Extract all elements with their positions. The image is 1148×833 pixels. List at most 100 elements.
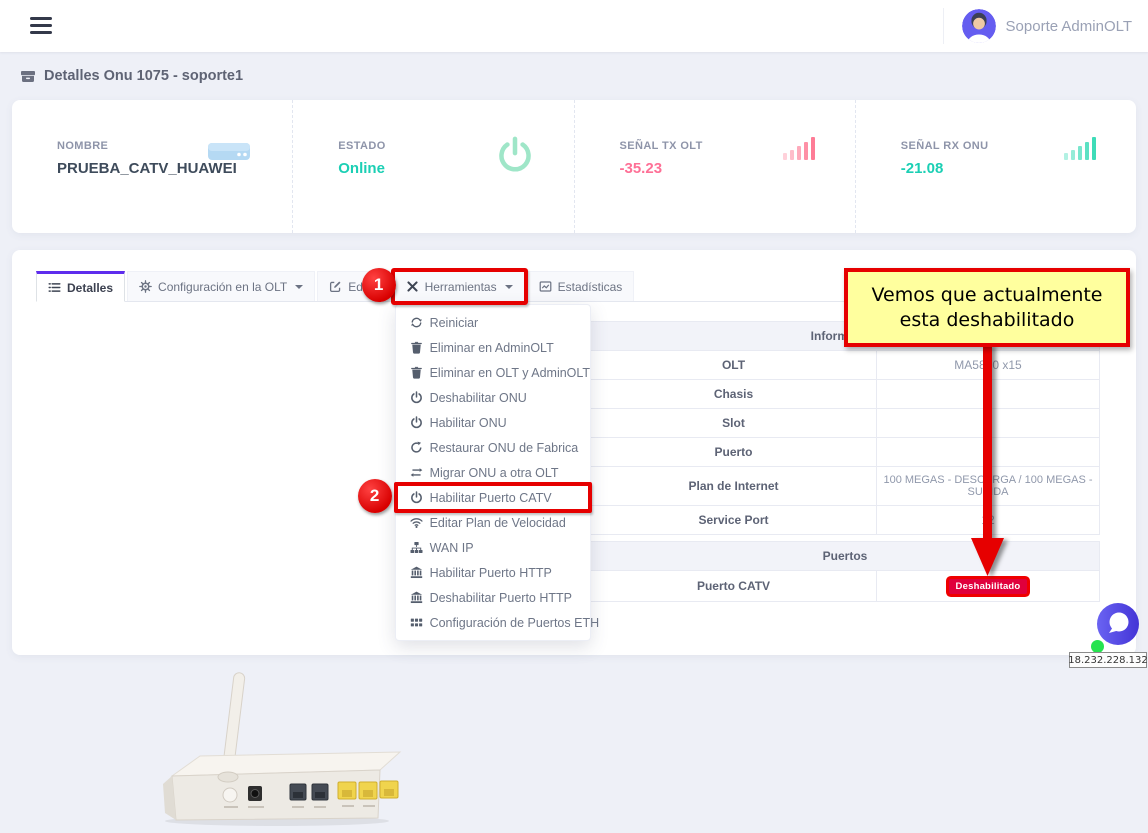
menu-item-label: WAN IP <box>430 541 474 555</box>
router-icon <box>206 136 252 167</box>
menu-item-wan-ip[interactable]: WAN IP <box>396 535 590 560</box>
menu-item-eliminar-adminolt[interactable]: Eliminar en AdminOLT <box>396 335 590 360</box>
stat-value: -35.23 <box>620 160 855 177</box>
stat-label: NOMBRE <box>57 140 292 152</box>
page-title: Detalles Onu 1075 - soporte1 <box>44 68 243 84</box>
menu-item-deshabilitar-puerto-http[interactable]: Deshabilitar Puerto HTTP <box>396 585 590 610</box>
chevron-down-icon <box>295 285 303 289</box>
menu-item-habilitar-puerto-http[interactable]: Habilitar Puerto HTTP <box>396 560 590 585</box>
power-icon <box>496 136 534 179</box>
redo-icon <box>410 441 423 454</box>
navbar-divider <box>943 8 944 44</box>
ip-address-tooltip: 18.232.228.132 <box>1069 652 1147 668</box>
th-grid-icon <box>410 616 423 629</box>
onu-archive-icon <box>20 68 36 84</box>
wifi-icon <box>410 516 423 529</box>
tab-estadisticas[interactable]: Estadísticas <box>527 271 635 301</box>
chat-bubble-icon <box>1095 601 1141 647</box>
stat-label: ESTADO <box>338 140 573 152</box>
trash-icon <box>410 341 423 354</box>
annotation-callout: Vemos que actualmente esta deshabilitado <box>844 268 1130 347</box>
user-avatar[interactable] <box>962 9 996 43</box>
menu-item-label: Deshabilitar ONU <box>430 391 527 405</box>
herramientas-dropdown: Reiniciar Eliminar en AdminOLT Eliminar … <box>395 304 591 641</box>
breadcrumb: Detalles Onu 1075 - soporte1 <box>20 68 243 84</box>
power-icon <box>410 391 423 404</box>
menu-item-deshabilitar-onu[interactable]: Deshabilitar ONU <box>396 385 590 410</box>
menu-item-label: Habilitar Puerto CATV <box>430 491 552 505</box>
tools-icon <box>406 280 419 293</box>
menu-item-label: Editar Plan de Velocidad <box>430 516 566 530</box>
menu-item-migrar-onu[interactable]: Migrar ONU a otra OLT <box>396 460 590 485</box>
menu-item-label: Eliminar en AdminOLT <box>430 341 554 355</box>
tab-label: Herramientas <box>425 280 497 294</box>
menu-item-label: Habilitar Puerto HTTP <box>430 566 552 580</box>
ports-table-header: Puertos <box>591 542 1100 571</box>
sync-icon <box>410 316 423 329</box>
chevron-down-icon <box>505 285 513 289</box>
gear-icon <box>139 280 152 293</box>
signal-bars-icon <box>1064 136 1096 160</box>
sitemap-icon <box>410 541 423 554</box>
status-badge-deshabilitado: Deshabilitado <box>949 579 1028 594</box>
menu-item-habilitar-puerto-catv[interactable]: Habilitar Puerto CATV 2 <box>396 485 590 510</box>
stat-value: Online <box>338 160 573 177</box>
menu-item-label: Restaurar ONU de Fabrica <box>430 441 579 455</box>
table-row: OLT MA5800 x15 <box>591 351 1100 380</box>
power-icon <box>410 416 423 429</box>
list-icon <box>48 281 61 294</box>
table-row: Puerto CATV Deshabilitado <box>591 571 1100 602</box>
chat-widget-button[interactable] <box>1095 601 1141 647</box>
menu-item-editar-plan-velocidad[interactable]: Editar Plan de Velocidad <box>396 510 590 535</box>
tab-editar[interactable]: Editar <box>317 271 391 301</box>
menu-item-label: Deshabilitar Puerto HTTP <box>430 591 572 605</box>
edit-icon <box>329 280 342 293</box>
tab-label: Configuración en la OLT <box>158 280 287 294</box>
table-header-row: Puertos <box>591 542 1100 571</box>
tab-label: Editar <box>348 280 379 294</box>
table-row: Chasis 0 <box>591 380 1100 409</box>
menu-item-reiniciar[interactable]: Reiniciar <box>396 310 590 335</box>
onu-ports-table: Puertos Puerto CATV Deshabilitado <box>590 541 1100 602</box>
menu-item-eliminar-olt-adminolt[interactable]: Eliminar en OLT y AdminOLT <box>396 360 590 385</box>
avatar-person-icon <box>962 9 996 43</box>
top-navbar: Soporte AdminOLT <box>0 0 1148 52</box>
stat-estado: ESTADO Online <box>292 100 573 233</box>
onu-summary-card: NOMBRE PRUEBA_CATV_HUAWEI ESTADO Online … <box>12 100 1136 233</box>
menu-item-label: Habilitar ONU <box>430 416 507 430</box>
signal-bars-icon <box>783 136 815 160</box>
power-icon <box>410 491 423 504</box>
onu-router-image <box>152 668 402 828</box>
user-name[interactable]: Soporte AdminOLT <box>1006 18 1132 35</box>
menu-item-label: Eliminar en OLT y AdminOLT <box>430 366 590 380</box>
stat-label: SEÑAL TX OLT <box>620 140 855 152</box>
tab-herramientas[interactable]: Herramientas 1 Reiniciar <box>394 271 525 301</box>
tab-configuracion-olt[interactable]: Configuración en la OLT <box>127 271 315 301</box>
menu-item-configuracion-puertos-eth[interactable]: Configuración de Puertos ETH <box>396 610 590 635</box>
stat-value: -21.08 <box>901 160 1136 177</box>
menu-item-habilitar-onu[interactable]: Habilitar ONU <box>396 410 590 435</box>
tab-label: Estadísticas <box>558 280 623 294</box>
stat-nombre: NOMBRE PRUEBA_CATV_HUAWEI <box>12 100 292 233</box>
hamburger-menu-icon[interactable] <box>30 17 52 35</box>
table-row: Slot 1 <box>591 409 1100 438</box>
stat-senal-rx-onu: SEÑAL RX ONU -21.08 <box>855 100 1136 233</box>
onu-info-table: Información OLT MA5800 x15 Chasis 0 Slot… <box>590 321 1100 535</box>
chart-icon <box>539 280 552 293</box>
tab-detalles[interactable]: Detalles <box>36 271 125 302</box>
annotation-step-circle-2: 2 <box>358 479 392 513</box>
table-row: Puerto 0 <box>591 438 1100 467</box>
exchange-icon <box>410 466 423 479</box>
menu-item-restaurar-fabrica[interactable]: Restaurar ONU de Fabrica <box>396 435 590 460</box>
table-row: Plan de Internet 100 MEGAS - DESCARGA / … <box>591 467 1100 506</box>
menu-item-label: Configuración de Puertos ETH <box>430 616 600 630</box>
ip-address-text: 18.232.228.132 <box>1068 655 1148 666</box>
trash-icon <box>410 366 423 379</box>
stat-label: SEÑAL RX ONU <box>901 140 1136 152</box>
bank-icon <box>410 591 423 604</box>
stat-value: PRUEBA_CATV_HUAWEI <box>57 160 292 177</box>
tab-label: Detalles <box>67 281 113 295</box>
menu-item-label: Reiniciar <box>430 316 479 330</box>
stat-senal-tx-olt: SEÑAL TX OLT -35.23 <box>574 100 855 233</box>
onu-device-photo <box>152 668 402 828</box>
